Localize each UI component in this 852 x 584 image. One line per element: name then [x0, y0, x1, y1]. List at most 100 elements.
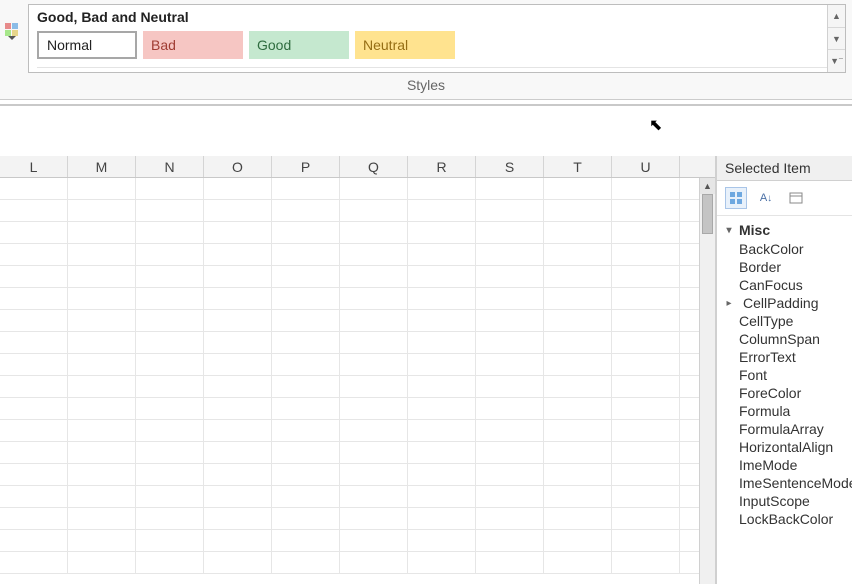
grid-cell[interactable] — [272, 398, 340, 419]
grid-cell[interactable] — [272, 200, 340, 221]
grid-cell[interactable] — [136, 288, 204, 309]
grid-cell[interactable] — [272, 310, 340, 331]
grid-cell[interactable] — [0, 354, 68, 375]
grid-cell[interactable] — [68, 332, 136, 353]
grid-cell[interactable] — [204, 530, 272, 551]
grid-cell[interactable] — [544, 200, 612, 221]
grid-cell[interactable] — [476, 464, 544, 485]
grid-cell[interactable] — [68, 442, 136, 463]
grid-cell[interactable] — [408, 552, 476, 573]
grid-cell[interactable] — [476, 332, 544, 353]
grid-cell[interactable] — [408, 442, 476, 463]
property-pages-button[interactable] — [785, 187, 807, 209]
grid-cell[interactable] — [476, 354, 544, 375]
grid-cell[interactable] — [612, 398, 680, 419]
column-header[interactable]: Q — [340, 156, 408, 177]
grid-cell[interactable] — [272, 442, 340, 463]
grid-cell[interactable] — [544, 376, 612, 397]
grid-cell[interactable] — [272, 244, 340, 265]
grid-cell[interactable] — [0, 420, 68, 441]
grid-cell[interactable] — [204, 222, 272, 243]
grid-cell[interactable] — [408, 464, 476, 485]
grid-cell[interactable] — [204, 420, 272, 441]
grid-cell[interactable] — [476, 222, 544, 243]
property-item[interactable]: ErrorText — [717, 348, 852, 366]
grid-cell[interactable] — [544, 552, 612, 573]
property-item[interactable]: FormulaArray — [717, 420, 852, 438]
column-header[interactable]: S — [476, 156, 544, 177]
grid-cell[interactable] — [340, 288, 408, 309]
grid-cell[interactable] — [136, 398, 204, 419]
column-header[interactable]: L — [0, 156, 68, 177]
grid-cell[interactable] — [340, 508, 408, 529]
grid-cell[interactable] — [612, 310, 680, 331]
grid-cell[interactable] — [0, 376, 68, 397]
grid-cell[interactable] — [340, 266, 408, 287]
grid-cell[interactable] — [136, 486, 204, 507]
grid-cell[interactable] — [612, 508, 680, 529]
grid-cell[interactable] — [544, 178, 612, 199]
grid-cell[interactable] — [0, 332, 68, 353]
grid-cell[interactable] — [612, 530, 680, 551]
categorized-view-button[interactable] — [725, 187, 747, 209]
grid-cell[interactable] — [476, 310, 544, 331]
grid-cell[interactable] — [476, 244, 544, 265]
grid-cell[interactable] — [272, 266, 340, 287]
grid-cell[interactable] — [544, 530, 612, 551]
grid-cell[interactable] — [544, 288, 612, 309]
grid-cell[interactable] — [0, 530, 68, 551]
grid-cell[interactable] — [476, 376, 544, 397]
grid-cell[interactable] — [340, 332, 408, 353]
grid-cell[interactable] — [204, 244, 272, 265]
grid-cell[interactable] — [272, 288, 340, 309]
grid-cell[interactable] — [340, 354, 408, 375]
grid-cell[interactable] — [476, 552, 544, 573]
grid-cell[interactable] — [0, 222, 68, 243]
property-item[interactable]: CanFocus — [717, 276, 852, 294]
grid-cell[interactable] — [68, 178, 136, 199]
property-item[interactable]: LockBackColor — [717, 510, 852, 528]
column-header[interactable]: R — [408, 156, 476, 177]
grid-cell[interactable] — [0, 200, 68, 221]
property-item[interactable]: BackColor — [717, 240, 852, 258]
grid-cell[interactable] — [68, 420, 136, 441]
grid-cell[interactable] — [204, 310, 272, 331]
grid-cell[interactable] — [136, 200, 204, 221]
grid-cell[interactable] — [408, 530, 476, 551]
grid-cell[interactable] — [204, 354, 272, 375]
grid-cell[interactable] — [136, 354, 204, 375]
property-item[interactable]: ImeMode — [717, 456, 852, 474]
grid-cell[interactable] — [408, 266, 476, 287]
grid-cell[interactable] — [204, 398, 272, 419]
grid-cell[interactable] — [612, 222, 680, 243]
grid-cell[interactable] — [340, 222, 408, 243]
grid-cell[interactable] — [272, 376, 340, 397]
grid-cell[interactable] — [476, 398, 544, 419]
grid-cell[interactable] — [476, 266, 544, 287]
grid-cell[interactable] — [612, 420, 680, 441]
grid-cell[interactable] — [340, 486, 408, 507]
grid-cell[interactable] — [68, 552, 136, 573]
grid-cell[interactable] — [0, 244, 68, 265]
grid-cell[interactable] — [408, 288, 476, 309]
grid-cell[interactable] — [204, 266, 272, 287]
grid-cell[interactable] — [136, 530, 204, 551]
grid-cell[interactable] — [68, 310, 136, 331]
grid-cell[interactable] — [204, 508, 272, 529]
grid-cell[interactable] — [612, 486, 680, 507]
property-item[interactable]: ImeSentenceMode — [717, 474, 852, 492]
grid-cell[interactable] — [340, 442, 408, 463]
grid-cell[interactable] — [136, 222, 204, 243]
grid-cell[interactable] — [136, 552, 204, 573]
grid-cell[interactable] — [544, 310, 612, 331]
grid-cell[interactable] — [340, 552, 408, 573]
grid-cell[interactable] — [68, 508, 136, 529]
grid-cell[interactable] — [204, 552, 272, 573]
grid-cell[interactable] — [476, 486, 544, 507]
grid-cell[interactable] — [68, 530, 136, 551]
grid-cell[interactable] — [612, 178, 680, 199]
grid-cell[interactable] — [544, 486, 612, 507]
grid-cell[interactable] — [612, 200, 680, 221]
style-chip-good[interactable]: Good — [249, 31, 349, 59]
grid-cell[interactable] — [272, 530, 340, 551]
